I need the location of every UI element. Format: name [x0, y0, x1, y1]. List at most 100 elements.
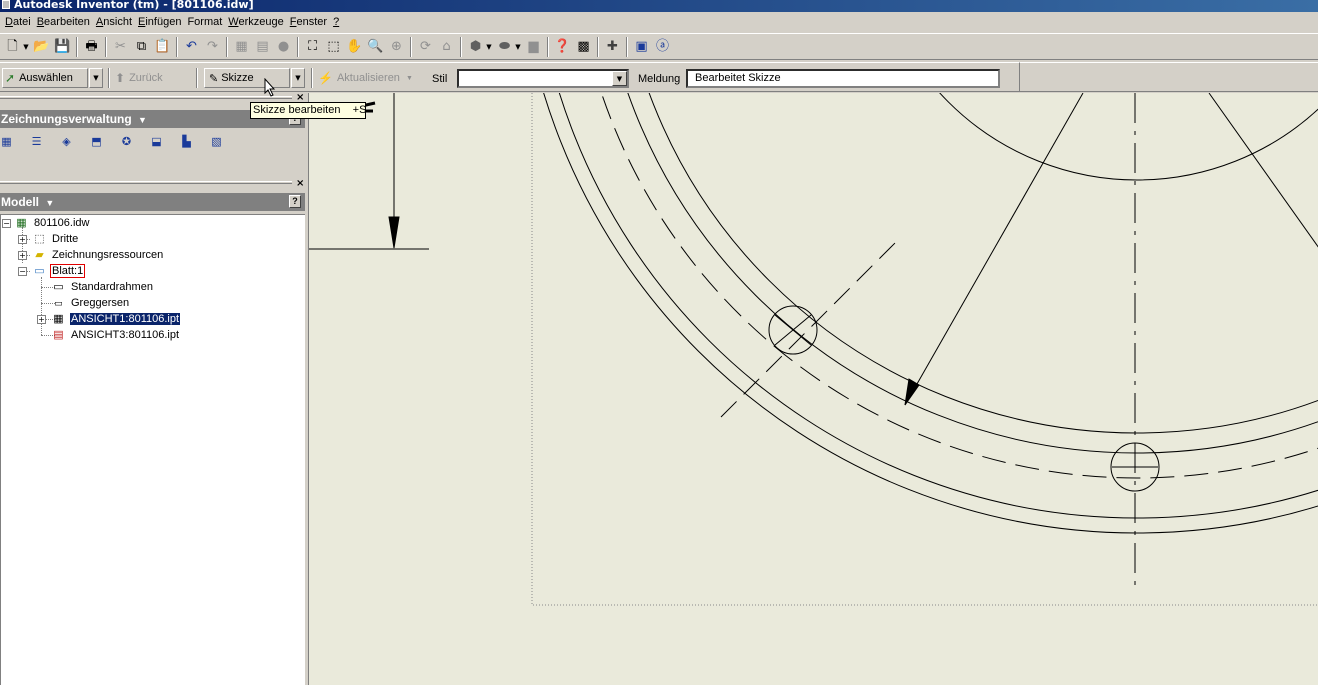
close-icon[interactable]: × [296, 178, 304, 189]
sketch-grid-icon[interactable]: ▦ [232, 37, 251, 57]
detail-view-icon[interactable]: ✪ [120, 135, 133, 149]
drawing-canvas[interactable] [308, 93, 1318, 685]
tree-item-view1[interactable]: ▦ ANSICHT1:801106.ipt [51, 311, 181, 327]
tree-expander[interactable]: + [18, 251, 27, 260]
radial-line [1208, 93, 1318, 248]
redo-icon[interactable]: ↷ [203, 37, 222, 57]
menu-werkzeuge[interactable]: Werkzeuge [225, 13, 286, 31]
window-title: Autodesk Inventor (tm) - [801106.idw] [14, 0, 254, 11]
menu-bearbeiten[interactable]: Bearbeiten [34, 13, 93, 31]
sphere-icon[interactable]: ● [274, 37, 293, 57]
menu-format[interactable]: Format [184, 13, 225, 31]
sheet-border [531, 93, 1318, 606]
toolbar-separator [176, 36, 178, 57]
chevron-down-icon[interactable]: ▼ [138, 115, 147, 125]
panel-grip[interactable] [0, 181, 292, 184]
tree-item-dritte[interactable]: ⬚ Dritte [32, 231, 79, 247]
tree-item-title-block[interactable]: ▭ Greggersen [51, 295, 130, 311]
command-bar-empty-area [1020, 62, 1318, 92]
help-icon[interactable]: ? [289, 195, 301, 208]
whats-this-icon[interactable]: ▩ [574, 37, 593, 57]
tree-expander[interactable]: + [37, 315, 46, 324]
update-dropdown-arrow[interactable]: ▼ [406, 75, 413, 82]
new-icon[interactable]: 🗋 [3, 37, 22, 57]
base-view-icon[interactable]: ▦ [0, 135, 13, 149]
tree-item-border[interactable]: ▭ Standardrahmen [51, 279, 154, 295]
tree-item-sheet[interactable]: ▭ Blatt:1 [32, 263, 86, 279]
cut-icon[interactable]: ✂ [111, 37, 130, 57]
toolbar-separator [297, 36, 299, 57]
copy-icon[interactable]: ⧉ [132, 37, 151, 57]
camera-icon[interactable]: ▆ [524, 37, 543, 57]
projected-view-icon[interactable]: ☰ [30, 135, 43, 149]
zoom-window-icon[interactable]: ⬚ [324, 37, 343, 57]
menu-fenster[interactable]: Fenster [287, 13, 330, 31]
select-dropdown-button[interactable]: ▼ [89, 68, 103, 88]
menu-einfuegen[interactable]: Einfügen [135, 13, 184, 31]
tree-item-label: Standardrahmen [71, 281, 153, 293]
display-dropdown-arrow[interactable]: ▼ [485, 43, 493, 51]
update-button[interactable]: ⚡ Aktualisieren ▼ [318, 68, 418, 88]
zoom-all-icon[interactable]: ⛶ [303, 37, 322, 57]
tree-expander[interactable]: + [18, 235, 27, 244]
broken-view-icon[interactable]: ⬓ [150, 135, 163, 149]
command-separator [196, 68, 198, 88]
tree-item-resources[interactable]: ▰ Zeichnungsressourcen [32, 247, 164, 263]
model-panel-header[interactable]: Modell ▼ ? [0, 193, 305, 211]
back-button[interactable]: ⬆ Zurück [115, 68, 185, 88]
folder-icon: ▰ [35, 248, 44, 261]
rotate-icon[interactable]: ⟳ [416, 37, 435, 57]
menu-help[interactable]: ? [330, 13, 342, 31]
zoom-selected-icon[interactable]: ⊕ [387, 37, 406, 57]
zoom-icon[interactable]: 🔍 [366, 37, 385, 57]
model-tree: − ▦ 801106.idw + ⬚ Dritte + ▰ Zeichnungs… [0, 214, 305, 685]
sketch-dropdown-button[interactable]: ▼ [291, 68, 305, 88]
tree-expander[interactable]: − [2, 219, 11, 228]
up-arrow-icon: ⬆ [115, 71, 126, 85]
new-dropdown-arrow[interactable]: ▼ [22, 43, 30, 51]
outer-circle-2 [559, 93, 1318, 519]
help-topics-icon[interactable]: ❓ [553, 37, 572, 57]
shadow-dropdown-arrow[interactable]: ▼ [514, 43, 522, 51]
section-view-icon[interactable]: ⬒ [90, 135, 103, 149]
open-icon[interactable]: 📂 [32, 37, 51, 57]
select-button[interactable]: ➚ Auswählen [2, 68, 88, 88]
tree-item-view3[interactable]: ▤ ANSICHT3:801106.ipt [51, 327, 180, 343]
standard-toolbar: 🗋 ▼ 📂 💾 🖶 ✂ ⧉ 📋 ↶ ↷ ▦ ▤ ● ⛶ ⬚ ✋ 🔍 ⊕ ⟳ ⌂ ⬢… [0, 33, 730, 60]
paste-icon[interactable]: 📋 [153, 37, 172, 57]
menu-bar: Datei Bearbeiten Ansicht Einfügen Format… [0, 12, 1318, 32]
break-out-icon[interactable]: ▙ [180, 135, 193, 149]
look-at-icon[interactable]: ⌂ [437, 37, 456, 57]
drawing-sheet[interactable] [309, 93, 1318, 685]
tree-item-label: Zeichnungsressourcen [52, 249, 164, 261]
add-icon[interactable]: ✚ [603, 37, 622, 57]
pan-icon[interactable]: ✋ [345, 37, 364, 57]
sheet-icon: ▭ [34, 264, 45, 277]
tree-expander[interactable]: − [18, 267, 27, 276]
panel-grip[interactable] [0, 96, 292, 99]
sketch-button[interactable]: ✎ Skizze [204, 68, 290, 88]
bolt-circle [600, 93, 1318, 479]
save-icon[interactable]: 💾 [53, 37, 72, 57]
menu-datei[interactable]: Datei [2, 13, 34, 31]
shaded-display-icon[interactable]: ⬢ [466, 37, 485, 57]
autodesk-online-icon[interactable]: ⓐ [653, 37, 672, 57]
undo-icon[interactable]: ↶ [182, 37, 201, 57]
sketch-pencil-icon: ✎ [209, 72, 219, 85]
style-dropdown-arrow[interactable]: ▼ [612, 71, 627, 86]
style-dropdown[interactable]: ▼ [457, 69, 629, 88]
menu-ansicht[interactable]: Ansicht [93, 13, 135, 31]
hub-circle [939, 93, 1318, 181]
auxiliary-view-icon[interactable]: ◈ [60, 135, 73, 149]
toolbar-separator [460, 36, 462, 57]
section-icon[interactable]: ▤ [253, 37, 272, 57]
draft-view-icon[interactable]: ▧ [210, 135, 223, 149]
chevron-down-icon[interactable]: ▼ [45, 198, 54, 208]
print-icon[interactable]: 🖶 [82, 37, 101, 57]
tree-item-label: 801106.idw [34, 217, 90, 229]
toolbar-separator [226, 36, 228, 57]
tree-item-drawing[interactable]: ▦ 801106.idw [14, 215, 90, 231]
shadow-icon[interactable]: ⬬ [495, 37, 514, 57]
styles-icon[interactable]: ▣ [632, 37, 651, 57]
view-icon: ▦ [53, 312, 64, 325]
